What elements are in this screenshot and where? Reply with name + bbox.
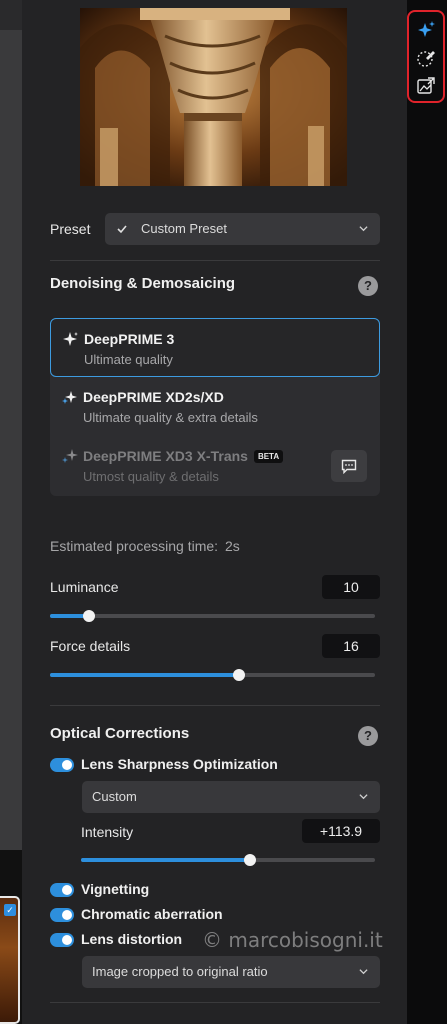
slider-knob[interactable] — [244, 854, 257, 866]
option-subtitle: Ultimate quality — [84, 352, 173, 367]
thumbnail-selected-check-icon[interactable]: ✓ — [4, 904, 16, 916]
checkmark-icon — [117, 213, 127, 245]
crop-mode-value: Image cropped to original ratio — [92, 964, 268, 979]
option-subtitle: Ultimate quality & extra details — [83, 410, 258, 425]
option-title: DeepPRIME XD2s/XD — [83, 389, 224, 405]
preset-value: Custom Preset — [141, 221, 227, 236]
sharpness-mode-value: Custom — [92, 789, 137, 804]
vignetting-label: Vignetting — [81, 881, 150, 897]
chat-bubble-icon — [341, 459, 357, 474]
canvas-edge — [0, 0, 22, 850]
sharpness-mode-select[interactable]: Custom — [82, 781, 380, 813]
sparkle-icon — [63, 332, 78, 346]
lens-sharpness-label: Lens Sharpness Optimization — [81, 756, 278, 772]
force-details-label: Force details — [50, 638, 131, 654]
optical-corrections-title: Optical Corrections — [50, 725, 190, 742]
export-image-icon[interactable] — [413, 73, 439, 99]
sparkle-dim-icon — [62, 449, 78, 463]
app-window: ✓ Preset Custom Preset Denoising & Demos… — [0, 0, 447, 1024]
luminance-label: Luminance — [50, 579, 119, 595]
chromatic-aberration-toggle[interactable] — [50, 908, 74, 922]
chevron-down-icon — [359, 969, 368, 975]
intensity-label: Intensity — [81, 824, 134, 840]
chevron-down-icon — [359, 794, 368, 800]
tool-sidebar — [407, 0, 447, 1024]
denoise-method-list: DeepPRIME 3 Ultimate quality DeepPRIME X… — [50, 318, 380, 496]
intensity-slider[interactable] — [81, 854, 375, 866]
watermark: © marcobisogni.it — [202, 928, 383, 952]
chevron-down-icon — [359, 226, 368, 232]
option-deepprime-3[interactable]: DeepPRIME 3 Ultimate quality — [50, 318, 380, 377]
feedback-button[interactable] — [331, 450, 367, 482]
beta-badge: BETA — [253, 450, 284, 463]
crop-mode-select[interactable]: Image cropped to original ratio — [82, 956, 380, 988]
optical-help-icon[interactable]: ? — [358, 726, 378, 746]
sparkle-ai-icon[interactable] — [413, 17, 439, 43]
denoising-help-icon[interactable]: ? — [358, 276, 378, 296]
option-title-wrap: DeepPRIME XD3 X-Trans BETA — [83, 448, 284, 464]
intensity-value[interactable]: +113.9 — [302, 819, 380, 843]
settings-panel: Preset Custom Preset Denoising & Demosai… — [22, 0, 407, 1024]
brush-mask-icon[interactable] — [413, 45, 439, 71]
vignetting-toggle[interactable] — [50, 883, 74, 897]
option-title: DeepPRIME XD3 X-Trans — [83, 448, 248, 464]
slider-fill — [50, 673, 239, 677]
estimated-time-value: 2s — [224, 538, 240, 554]
canvas-edge-top — [0, 0, 22, 30]
divider — [50, 1002, 380, 1003]
sparkle-blue-icon — [62, 391, 77, 404]
force-details-slider[interactable] — [50, 669, 375, 681]
lens-sharpness-toggle[interactable] — [50, 758, 74, 772]
divider — [50, 260, 380, 261]
slider-fill — [81, 858, 251, 862]
preset-select[interactable]: Custom Preset — [105, 213, 380, 245]
option-subtitle: Utmost quality & details — [83, 469, 219, 484]
lens-distortion-label: Lens distortion — [81, 931, 183, 947]
force-details-value[interactable]: 16 — [322, 634, 380, 658]
filmstrip-thumbnail[interactable]: ✓ — [0, 896, 20, 1024]
option-deepprime-xd2s[interactable]: DeepPRIME XD2s/XD Ultimate quality & ext… — [50, 377, 380, 436]
divider — [50, 705, 380, 706]
preset-label: Preset — [50, 221, 91, 237]
slider-knob[interactable] — [232, 669, 245, 681]
chromatic-aberration-label: Chromatic aberration — [81, 906, 223, 922]
denoising-title: Denoising & Demosaicing — [50, 275, 236, 292]
lens-distortion-toggle[interactable] — [50, 933, 74, 947]
image-preview[interactable] — [80, 8, 347, 186]
luminance-value[interactable]: 10 — [322, 575, 380, 599]
option-title: DeepPRIME 3 — [84, 331, 175, 347]
luminance-slider[interactable] — [50, 610, 375, 622]
slider-knob[interactable] — [83, 610, 95, 622]
estimated-time-label: Estimated processing time: — [50, 538, 219, 554]
estimated-time: Estimated processing time: 2s — [50, 538, 240, 554]
